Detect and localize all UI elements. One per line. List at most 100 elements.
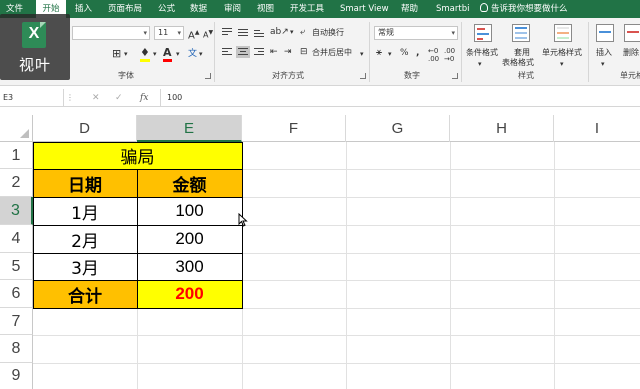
wrap-text-button[interactable]: 自动换行 [312,28,344,38]
select-all-button[interactable] [0,115,33,142]
orientation-icon[interactable]: ab↗ [270,26,289,38]
chevron-down-icon[interactable]: ▾ [360,48,364,60]
increase-decimal-icon[interactable]: ←0.00 [428,47,439,63]
row-header-5[interactable]: 5 [0,253,33,280]
align-left-icon[interactable] [220,46,234,58]
name-box[interactable]: E3 [0,89,64,107]
cancel-icon[interactable]: ✕ [92,89,100,107]
tab-review[interactable]: 审阅 [224,0,241,18]
conditional-formatting-icon[interactable] [474,24,492,42]
format-as-table-label-2[interactable]: 表格格式 [502,58,534,68]
column-header-f[interactable]: F [242,115,346,142]
total-label-cell[interactable]: 合计 [33,280,137,308]
table-cell-date[interactable]: 3月 [33,253,137,280]
align-middle-icon[interactable] [236,26,250,38]
table-border [33,197,243,198]
row-header-6[interactable]: 6 [0,280,33,308]
decrease-indent-icon[interactable]: ⇤ [270,46,278,58]
total-value-cell[interactable]: 200 [137,280,242,308]
table-cell-amount[interactable]: 100 [137,197,242,225]
enter-icon[interactable]: ✓ [115,89,123,107]
group-divider [214,22,215,82]
group-label-alignment: 对齐方式 [272,71,304,80]
column-header-g[interactable]: G [346,115,450,142]
row-header-2[interactable]: 2 [0,169,33,197]
tab-help[interactable]: 帮助 [401,0,418,18]
align-center-icon[interactable] [236,46,250,58]
number-format-select[interactable]: 常规 ▾ [374,26,458,40]
comma-style-button[interactable]: , [416,48,419,58]
chevron-down-icon[interactable]: ▾ [290,26,294,38]
delete-cells-button[interactable]: 删除 [623,48,639,58]
chevron-down-icon[interactable]: ▾ [124,48,128,60]
cell-styles-button[interactable]: 单元格样式 [542,48,582,58]
insert-cells-icon[interactable] [596,24,614,42]
table-title-cell[interactable]: 骗局 [33,142,242,169]
chevron-down-icon[interactable]: ▾ [560,58,564,70]
column-header-h[interactable]: H [450,115,554,142]
insert-cells-button[interactable]: 插入 [596,48,612,58]
currency-icon[interactable]: ⚹ [376,47,382,59]
number-dialog-launcher-icon[interactable] [452,73,458,79]
tab-formulas[interactable]: 公式 [158,0,175,18]
font-size-select[interactable]: 11 ▾ [154,26,184,40]
decrease-decimal-icon[interactable]: .00 →0 [444,47,455,63]
name-box-dropdown-icon[interactable]: ⋮ [66,93,74,103]
align-top-icon[interactable] [220,26,234,38]
grow-font-icon[interactable]: A▲ [188,27,199,42]
tab-view[interactable]: 视图 [257,0,274,18]
fill-color-icon[interactable]: ♦ [140,46,150,62]
font-name-select[interactable]: ▾ [72,26,150,40]
borders-icon[interactable]: ⊞ [112,48,121,60]
chevron-down-icon[interactable]: ▾ [199,48,203,60]
format-as-table-label-1[interactable]: 套用 [514,48,530,58]
formula-input[interactable]: 100 [160,89,640,107]
tab-smart-view[interactable]: Smart View [340,0,389,18]
column-header-d[interactable]: D [33,115,137,142]
group-label-number: 数字 [404,71,420,80]
format-as-table-icon[interactable] [512,24,530,42]
table-cell-date[interactable]: 2月 [33,225,137,253]
tab-data[interactable]: 数据 [190,0,207,18]
table-cell-amount[interactable]: 300 [137,253,242,280]
shrink-font-icon[interactable]: A▼ [203,27,213,42]
percent-style-button[interactable]: % [400,48,409,58]
row-header-3[interactable]: 3 [0,197,33,225]
chevron-down-icon[interactable]: ▾ [388,48,392,60]
alignment-dialog-launcher-icon[interactable] [360,73,366,79]
ribbon-tab-bar: 文件 开始 插入 页面布局 公式 数据 审阅 视图 开发工具 Smart Vie… [0,0,640,18]
header-amount-cell[interactable]: 金额 [137,169,242,197]
align-bottom-icon[interactable] [252,26,266,38]
conditional-formatting-button[interactable]: 条件格式 [466,48,498,58]
align-right-icon[interactable] [252,46,266,58]
wrap-text-icon[interactable]: ⤶ [300,26,305,38]
chevron-down-icon[interactable]: ▾ [601,58,605,70]
font-color-icon[interactable]: A [163,46,172,62]
row-header-4[interactable]: 4 [0,225,33,253]
tab-page-layout[interactable]: 页面布局 [108,0,142,18]
tab-smartbi[interactable]: Smartbi [436,0,469,18]
chevron-down-icon[interactable]: ▾ [478,58,482,70]
table-cell-amount[interactable]: 200 [137,225,242,253]
column-header-e[interactable]: E [137,115,242,142]
cell-styles-icon[interactable] [554,24,572,42]
merge-center-button[interactable]: 合并后居中 [312,48,352,58]
font-dialog-launcher-icon[interactable] [205,73,211,79]
header-date-cell[interactable]: 日期 [33,169,137,197]
row-header-1[interactable]: 1 [0,142,33,169]
column-header-i[interactable]: I [554,115,640,142]
insert-function-button[interactable]: fx [140,89,148,107]
tell-me-search[interactable]: 告诉我你想要做什么 [480,0,568,18]
row-header-7[interactable]: 7 [0,308,33,335]
phonetic-icon[interactable]: 文 [188,48,197,60]
row-header-9[interactable]: 9 [0,363,33,389]
increase-indent-icon[interactable]: ⇥ [284,46,292,58]
merge-center-icon[interactable]: ⊟ [300,46,308,58]
row-header-8[interactable]: 8 [0,335,33,363]
chevron-down-icon[interactable]: ▾ [153,48,157,60]
chevron-down-icon[interactable]: ▾ [176,48,180,60]
tab-developer[interactable]: 开发工具 [290,0,324,18]
delete-cells-icon[interactable] [624,24,640,42]
table-cell-date[interactable]: 1月 [33,197,137,225]
tab-insert[interactable]: 插入 [75,0,92,18]
